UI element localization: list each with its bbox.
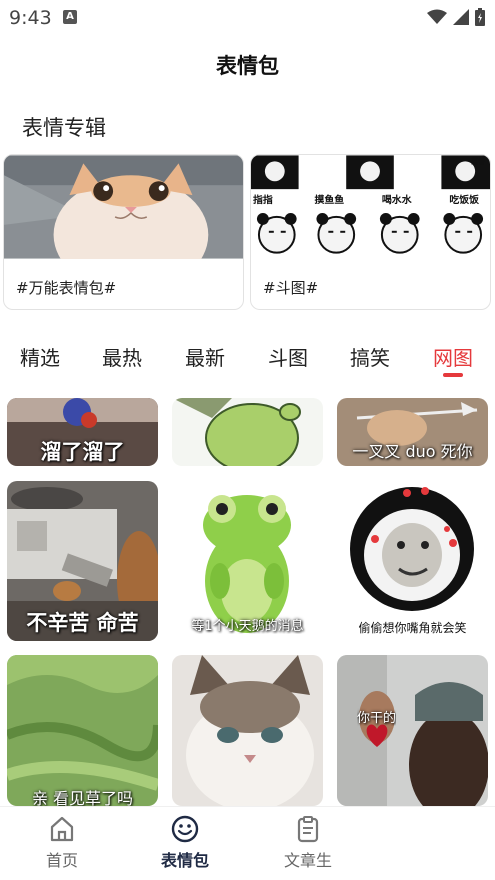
document-icon (297, 816, 319, 843)
panel-text-1: 指指 (253, 193, 273, 206)
title-bar: 表情包 (0, 50, 495, 80)
signal-icon (453, 9, 469, 25)
meme-caption: 偷偷想你嘴角就会笑 (337, 619, 488, 636)
meme-tile[interactable]: 不辛苦 命苦 (7, 481, 158, 641)
meme-caption: 你干的 (357, 711, 397, 726)
meme-caption: 等1个小天鹅的消息 (191, 619, 304, 634)
meme-grid: 溜了溜了 一叉叉 duo 死你 不辛苦 命苦 等1个小天鹅的消息 偷偷想你嘴角就… (0, 398, 495, 806)
category-tabs: 精选 最热 最新 斗图 搞笑 网图 (0, 340, 495, 380)
nav-label: 表情包 (160, 851, 209, 870)
status-bar: 9:43 A (0, 0, 495, 34)
album-label: #万能表情包# (16, 279, 117, 297)
meme-image (172, 398, 323, 466)
panel-text-5: 真香 (471, 156, 485, 165)
tab-newest[interactable]: 最新 (185, 342, 225, 371)
album-label: #斗图# (263, 279, 319, 297)
album-thumb-panda-grid: 指指 摸鱼鱼 喝水水 吃饭饭 真香 (251, 155, 490, 259)
nav-item-memes[interactable]: 表情包 (135, 815, 235, 871)
panel-text-4: 吃饭饭 (449, 193, 479, 206)
active-tab-indicator (443, 373, 463, 377)
meme-caption: 溜了溜了 (40, 440, 125, 464)
meme-tile[interactable]: 偷偷想你嘴角就会笑 (337, 481, 488, 641)
meme-image (172, 655, 323, 806)
meme-image (337, 655, 488, 806)
meme-image (337, 481, 488, 641)
home-icon (50, 816, 74, 842)
status-icons (427, 8, 485, 26)
meme-tile[interactable] (172, 398, 323, 466)
meme-tile[interactable] (172, 655, 323, 806)
album-thumb-cat (4, 155, 243, 259)
album-card-universal[interactable]: #万能表情包# (3, 154, 244, 310)
meme-tile[interactable]: 亲 看见草了吗 (7, 655, 158, 806)
nav-item-home[interactable]: 首页 (12, 815, 112, 871)
page-title: 表情包 (216, 54, 279, 78)
nav-label: 首页 (45, 851, 78, 870)
wifi-icon (427, 9, 447, 24)
tab-doutu[interactable]: 斗图 (268, 342, 308, 371)
tab-web-images[interactable]: 网图 (433, 342, 473, 371)
meme-caption: 亲 看见草了吗 (31, 789, 134, 806)
meme-tile[interactable]: 一叉叉 duo 死你 (337, 398, 488, 466)
status-time: 9:43 (9, 7, 52, 29)
bottom-nav: 首页 表情包 文章生 (0, 806, 495, 880)
panel-text-3: 喝水水 (382, 193, 412, 206)
smiley-icon (171, 815, 199, 843)
meme-tile[interactable]: 溜了溜了 (7, 398, 158, 466)
meme-image (7, 655, 158, 806)
nav-label: 文章生 (283, 851, 332, 870)
meme-caption: 不辛苦 命苦 (26, 611, 139, 635)
meme-caption: 一叉叉 duo 死你 (352, 442, 473, 461)
album-card-doutu[interactable]: 指指 摸鱼鱼 喝水水 吃饭饭 真香 #斗图# (250, 154, 491, 310)
meme-tile[interactable]: 你干的 (337, 655, 488, 806)
app-notification-icon: A (63, 10, 77, 24)
tab-hottest[interactable]: 最热 (102, 342, 142, 371)
tab-featured[interactable]: 精选 (20, 342, 60, 371)
tab-funny[interactable]: 搞笑 (350, 342, 390, 371)
album-section-title: 表情专辑 (22, 116, 106, 140)
panel-text-2: 摸鱼鱼 (314, 193, 344, 206)
nav-item-articles[interactable]: 文章生 (258, 815, 358, 871)
battery-icon (475, 8, 485, 26)
meme-tile[interactable]: 等1个小天鹅的消息 (172, 481, 323, 641)
